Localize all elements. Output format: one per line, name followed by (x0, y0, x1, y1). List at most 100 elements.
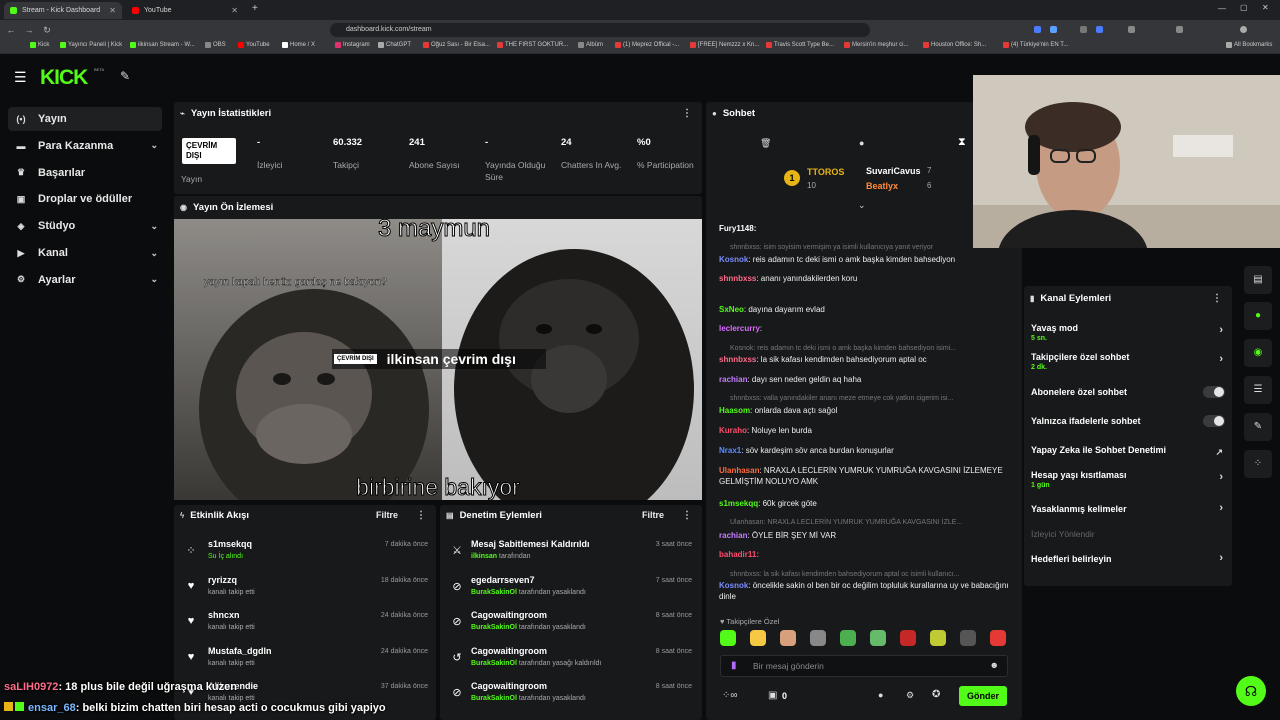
leader-name[interactable]: Beatlyx (866, 181, 898, 191)
moderation-filter-button[interactable]: Filtre (642, 510, 664, 520)
bookmark-item[interactable]: Albüm (578, 42, 603, 48)
send-button[interactable]: Gönder (959, 686, 1007, 706)
extension-icon[interactable] (1080, 26, 1087, 33)
chevron-down-icon[interactable]: ⌄ (150, 221, 158, 232)
chat-username[interactable]: leclercurry (719, 324, 760, 333)
rail-button-layout[interactable]: ▤ (1244, 266, 1272, 294)
extension-icon[interactable] (1034, 26, 1041, 33)
chat-settings-icon[interactable]: ● (859, 138, 864, 148)
emote-icon[interactable] (870, 630, 886, 646)
chevron-right-icon[interactable]: › (1219, 324, 1223, 336)
activity-item[interactable]: ⁘ s1msekqq Su İç alındı 7 dakika önce (184, 539, 428, 573)
chat-username[interactable]: bahadir11: (719, 550, 759, 559)
profile-icon[interactable] (1240, 26, 1247, 33)
emote-icon[interactable] (900, 630, 916, 646)
menu-icon[interactable]: ☰ (14, 69, 27, 86)
bookmark-item[interactable]: Kick (30, 42, 49, 48)
chat-username[interactable]: Haasom (719, 406, 750, 415)
tab-kick-dashboard[interactable]: Stream - Kick Dashboard ✕ (4, 2, 122, 19)
moderator-name[interactable]: BurakSakinOl (471, 695, 517, 702)
bookmark-item[interactable]: All Bookmarks (1226, 42, 1272, 48)
bookmark-item[interactable]: [FREE] Nemzzz x Kn... (690, 42, 759, 48)
bookmark-item[interactable]: Instagram (335, 42, 370, 48)
pin-icon[interactable]: ✎ (120, 69, 130, 83)
emote-icon[interactable] (840, 630, 856, 646)
infinity-icon[interactable]: ⁘∞ (722, 690, 738, 701)
sidebar-item-ayarlar[interactable]: ⚙ Ayarlar ⌄ (8, 268, 162, 292)
bookmark-item[interactable]: (4) Türkiye'nin EN T... (1003, 42, 1068, 48)
moderation-item[interactable]: ⊘ egedarrseven7 BurakSakinOl tarafından ya… (450, 575, 692, 609)
bookmark-item[interactable]: (1) Meprez Offical -... (615, 42, 679, 48)
rail-button-tools[interactable]: ✎ (1244, 413, 1272, 441)
moderator-name[interactable]: BurakSakinOl (471, 589, 517, 596)
moderation-target[interactable]: Mesaj Sabitlemesi Kaldırıldı (471, 539, 590, 549)
channel-action-hedefleri-belirleyin[interactable]: Hedefleri belirleyin › (1031, 552, 1227, 564)
sidebar-item-droplar-ve-d-ller[interactable]: ▣ Droplar ve ödüller (8, 187, 162, 211)
reload-icon[interactable]: ↻ (40, 25, 54, 36)
rail-button-chat[interactable]: ● (1244, 302, 1272, 330)
moderation-item[interactable]: ⊘ Cagowaitingroom BurakSakinOl tarafından … (450, 610, 692, 644)
download-icon[interactable] (1176, 26, 1183, 33)
activity-username[interactable]: Mustafa_dgdln (208, 646, 272, 656)
more-icon[interactable]: ⋮ (416, 510, 426, 521)
activity-filter-button[interactable]: Filtre (376, 510, 398, 520)
activity-username[interactable]: ryrizzq (208, 575, 237, 585)
badge-icon[interactable]: ✪ (932, 689, 940, 700)
chat-username[interactable]: shnnbxss (719, 274, 756, 283)
emote-icon[interactable] (960, 630, 976, 646)
extension-icon[interactable] (1050, 26, 1057, 33)
external-link-icon[interactable]: ↗ (1215, 447, 1223, 458)
emote-icon[interactable] (750, 630, 766, 646)
more-icon[interactable]: ⋮ (1212, 293, 1222, 304)
close-icon[interactable]: ✕ (109, 6, 116, 15)
chevron-right-icon[interactable]: › (1219, 471, 1223, 483)
chat-username[interactable]: shnnbxss (719, 355, 756, 364)
hourglass-icon[interactable]: ⧗ (958, 136, 966, 149)
chat-input[interactable]: ▮ Bir mesaj gönderin ☻ (720, 655, 1008, 677)
bookmark-item[interactable]: Travis Scott Type Be... (766, 42, 834, 48)
minimize-icon[interactable]: — (1218, 4, 1226, 13)
chevron-right-icon[interactable]: › (1219, 502, 1223, 514)
moderation-target[interactable]: Cagowaitingroom (471, 681, 547, 691)
channel-action-takip-ilere-zel-sohbet[interactable]: Takipçilere özel sohbet 2 dk. › (1031, 352, 1227, 371)
chevron-down-icon[interactable]: ⌄ (150, 248, 158, 259)
leader-name[interactable]: TTOROS (807, 167, 844, 177)
chat-username[interactable]: Ulanhasan (719, 466, 759, 475)
chevron-down-icon[interactable]: ⌄ (150, 140, 158, 151)
moderation-item[interactable]: ⚔ Mesaj Sabitlemesi Kaldırıldı ilkinsan ta… (450, 539, 692, 573)
chat-username[interactable]: Kuraho (719, 426, 747, 435)
channel-action-yasaklanm-kelimeler[interactable]: Yasaklanmış kelimeler › (1031, 502, 1227, 514)
leader-name[interactable]: SuvariCavus (866, 166, 921, 176)
chat-bubble-icon[interactable]: ● (878, 690, 883, 700)
new-tab-button[interactable]: + (252, 3, 258, 14)
bookmark-item[interactable]: Yayıncı Paneli | Kick (60, 42, 122, 48)
sidebar-item-yay-n[interactable]: (•) Yayın (8, 107, 162, 131)
sidebar-item-ba-ar-lar[interactable]: ♛ Başarılar (8, 161, 162, 185)
emote-icon[interactable] (810, 630, 826, 646)
channel-action-hesap-ya-k-s-tlamas-[interactable]: Hesap yaşı kısıtlaması 1 gün › (1031, 470, 1227, 489)
rail-button-more[interactable]: ⁘ (1244, 450, 1272, 478)
gift-box-icon[interactable]: ▣ (768, 690, 777, 701)
extension-icon[interactable] (1128, 26, 1135, 33)
channel-action-yaln-zca-ifadelerle-sohbet[interactable]: Yalnızca ifadelerle sohbet (1031, 415, 1227, 427)
moderator-name[interactable]: BurakSakinOl (471, 660, 517, 667)
url-field[interactable]: dashboard.kick.com/stream (330, 23, 870, 37)
extension-icon[interactable] (1096, 26, 1103, 33)
bookmark-item[interactable]: ChatGPT (378, 42, 411, 48)
maximize-icon[interactable]: ▢ (1240, 3, 1248, 12)
bookmark-item[interactable]: Oğuz Sası - Bir Elsa... (423, 42, 490, 48)
collapse-chevron-icon[interactable]: ⌄ (858, 200, 866, 211)
channel-action-abonelere-zel-sohbet[interactable]: Abonelere özel sohbet (1031, 386, 1227, 398)
moderation-target[interactable]: Cagowaitingroom (471, 646, 547, 656)
chevron-right-icon[interactable]: › (1219, 552, 1223, 564)
chevron-down-icon[interactable]: ⌄ (150, 274, 158, 285)
emote-icon[interactable] (990, 630, 1006, 646)
sidebar-item-st-dyo[interactable]: ◈ Stüdyo ⌄ (8, 214, 162, 238)
activity-username[interactable]: s1msekqq (208, 539, 252, 549)
chat-username[interactable]: rachian (719, 531, 747, 540)
forward-icon[interactable]: → (22, 25, 36, 35)
toggle-switch[interactable] (1203, 415, 1225, 427)
chat-username[interactable]: Nrax1 (719, 446, 741, 455)
channel-action-yava-mod[interactable]: Yavaş mod 5 sn. › (1031, 323, 1227, 342)
back-icon[interactable]: ← (4, 25, 18, 35)
